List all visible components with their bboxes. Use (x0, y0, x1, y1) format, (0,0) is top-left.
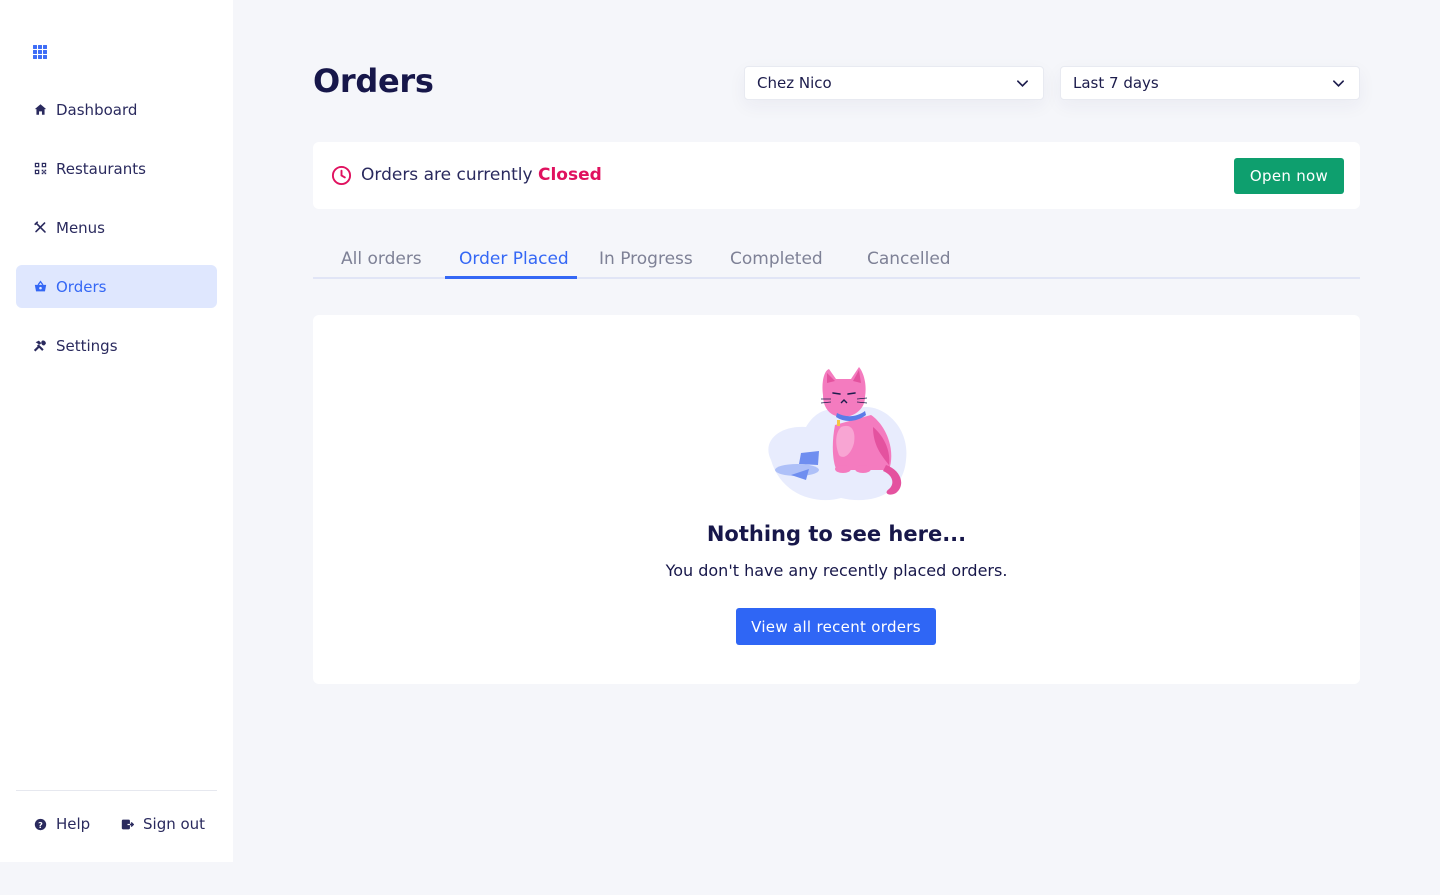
grid-icon[interactable] (33, 45, 47, 59)
chevron-down-icon (1017, 80, 1028, 88)
sidebar-item-restaurants[interactable]: Restaurants (16, 147, 217, 190)
sidebar-item-label: Orders (56, 277, 107, 296)
tab-order-placed[interactable]: Order Placed (459, 249, 569, 279)
tab-cancelled[interactable]: Cancelled (867, 249, 951, 279)
sad-cat-illustration (768, 367, 907, 501)
qr-code-icon (33, 162, 47, 176)
sidebar-item-orders[interactable]: Orders (16, 265, 217, 308)
sidebar-item-settings[interactable]: Settings (16, 324, 217, 367)
empty-state-card: Nothing to see here... You don't have an… (313, 315, 1360, 684)
help-link[interactable]: ? Help (33, 815, 90, 833)
status-badge: Closed (537, 165, 602, 185)
period-select-value: Last 7 days (1073, 74, 1159, 92)
svg-text:?: ? (38, 819, 43, 829)
sign-out-icon (120, 817, 134, 831)
order-status-card: Orders are currently Closed Open now (313, 142, 1360, 209)
sign-out-label: Sign out (143, 815, 206, 833)
status-text: Orders are currently Closed (361, 165, 602, 185)
tab-all-orders[interactable]: All orders (341, 249, 422, 279)
empty-state-title: Nothing to see here... (706, 522, 967, 546)
order-tabs: All orders Order Placed In Progress Comp… (313, 240, 1360, 279)
sidebar-item-label: Settings (56, 336, 118, 355)
period-select[interactable]: Last 7 days (1060, 66, 1360, 100)
basket-icon (33, 280, 47, 294)
sign-out-link[interactable]: Sign out (120, 815, 205, 833)
sidebar-item-label: Restaurants (56, 159, 146, 178)
tab-completed[interactable]: Completed (730, 249, 823, 279)
restaurant-select-value: Chez Nico (757, 74, 832, 92)
sidebar-item-dashboard[interactable]: Dashboard (16, 88, 217, 131)
clock-icon (331, 165, 352, 186)
tab-in-progress[interactable]: In Progress (599, 249, 693, 279)
page-title: Orders (313, 62, 434, 100)
utensils-icon (33, 221, 47, 235)
sidebar-footer: ? Help Sign out (16, 790, 217, 862)
help-label: Help (56, 815, 91, 833)
open-now-button[interactable]: Open now (1234, 158, 1344, 194)
help-icon: ? (33, 817, 47, 831)
sidebar-item-label: Dashboard (56, 100, 138, 119)
sidebar: Dashboard Restaurants Menus Orders Setti… (0, 0, 233, 862)
chevron-down-icon (1333, 80, 1344, 88)
home-icon (33, 103, 47, 117)
sidebar-item-label: Menus (56, 218, 105, 237)
empty-state-subtitle: You don't have any recently placed order… (665, 561, 1008, 580)
view-all-recent-orders-button[interactable]: View all recent orders (736, 608, 936, 645)
restaurant-select[interactable]: Chez Nico (744, 66, 1044, 100)
status-prefix: Orders are currently (361, 165, 533, 185)
sidebar-item-menus[interactable]: Menus (16, 206, 217, 249)
tools-icon (33, 339, 47, 353)
active-tab-indicator (445, 276, 577, 279)
